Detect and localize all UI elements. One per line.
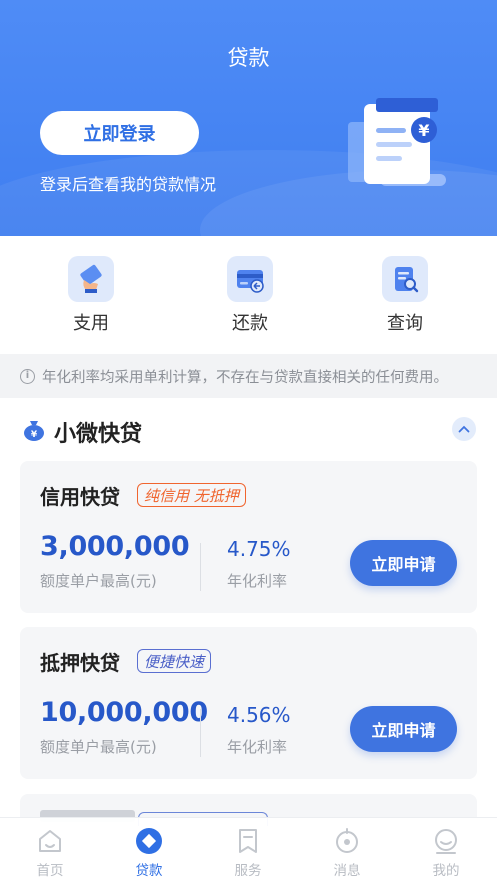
- product-name: 抵押快贷: [40, 651, 120, 675]
- annual-rate: 4.75%: [227, 537, 291, 561]
- tab-messages[interactable]: 消息: [317, 826, 377, 879]
- collapse-button[interactable]: [452, 417, 476, 441]
- section-title: 小微快贷: [54, 422, 143, 447]
- quick-action-label: 还款: [232, 313, 268, 334]
- quick-actions: 支用 还款 查询: [0, 236, 497, 354]
- message-icon: [332, 826, 362, 856]
- search-document-icon: [382, 256, 428, 302]
- apply-button[interactable]: 立即申请: [350, 706, 457, 752]
- login-subtitle: 登录后查看我的贷款情况: [40, 175, 217, 194]
- home-icon: [35, 826, 65, 856]
- profile-icon: [431, 826, 461, 856]
- card-return-icon: [227, 256, 273, 302]
- quick-action-repay[interactable]: 还款: [205, 256, 295, 335]
- tab-home[interactable]: 首页: [20, 826, 80, 879]
- card-hand-icon: [68, 256, 114, 302]
- tab-label: 贷款: [135, 863, 163, 879]
- product-tag: 便捷快速: [137, 649, 212, 673]
- svg-text:¥: ¥: [418, 121, 429, 140]
- product-name: 信用快贷: [40, 485, 120, 509]
- info-icon: i: [20, 368, 35, 384]
- divider: [200, 543, 201, 591]
- tab-label: 首页: [36, 863, 64, 879]
- tab-loan[interactable]: 贷款: [119, 826, 179, 879]
- product-card-mortgage[interactable]: 抵押快贷 便捷快速 10,000,000 额度单户最高(元) 4.56% 年化利…: [20, 627, 477, 779]
- bottom-tab-bar: 首页 贷款 服务 消息 我的: [0, 817, 497, 883]
- tab-service[interactable]: 服务: [218, 826, 278, 879]
- login-button[interactable]: 立即登录: [40, 111, 199, 155]
- annual-rate: 4.56%: [227, 703, 291, 727]
- tab-profile[interactable]: 我的: [416, 826, 476, 879]
- product-tag: 纯信用 无抵押: [137, 483, 246, 507]
- header-banner: 贷款 立即登录 登录后查看我的贷款情况 ¥: [0, 0, 497, 236]
- rate-notice: i 年化利率均采用单利计算，不存在与贷款直接相关的任何费用。: [0, 354, 497, 398]
- apply-button[interactable]: 立即申请: [350, 540, 457, 586]
- quick-action-query[interactable]: 查询: [360, 256, 450, 335]
- annual-rate-label: 年化利率: [227, 572, 288, 590]
- service-icon: [233, 826, 263, 856]
- loan-document-icon: ¥: [348, 98, 446, 186]
- money-bag-icon: ¥: [24, 421, 44, 441]
- section-header: ¥ 小微快贷: [0, 398, 497, 460]
- loan-icon: [134, 826, 164, 856]
- page-title: 贷款: [227, 46, 270, 70]
- tab-label: 我的: [432, 863, 460, 879]
- annual-rate-label: 年化利率: [227, 738, 288, 756]
- quick-action-draw[interactable]: 支用: [46, 256, 136, 335]
- max-amount-label: 额度单户最高(元): [40, 738, 157, 756]
- tab-label: 服务: [234, 863, 262, 879]
- quick-action-label: 支用: [73, 313, 109, 334]
- product-card-credit[interactable]: 信用快贷 纯信用 无抵押 3,000,000 额度单户最高(元) 4.75% 年…: [20, 461, 477, 613]
- max-amount: 3,000,000: [40, 531, 190, 562]
- divider: [200, 709, 201, 757]
- max-amount: 10,000,000: [40, 697, 208, 728]
- notice-text: 年化利率均采用单利计算，不存在与贷款直接相关的任何费用。: [42, 369, 448, 386]
- max-amount-label: 额度单户最高(元): [40, 572, 157, 590]
- tab-label: 消息: [333, 863, 361, 879]
- quick-action-label: 查询: [387, 313, 423, 334]
- chevron-up-icon: [458, 425, 470, 433]
- svg-text:¥: ¥: [31, 430, 38, 440]
